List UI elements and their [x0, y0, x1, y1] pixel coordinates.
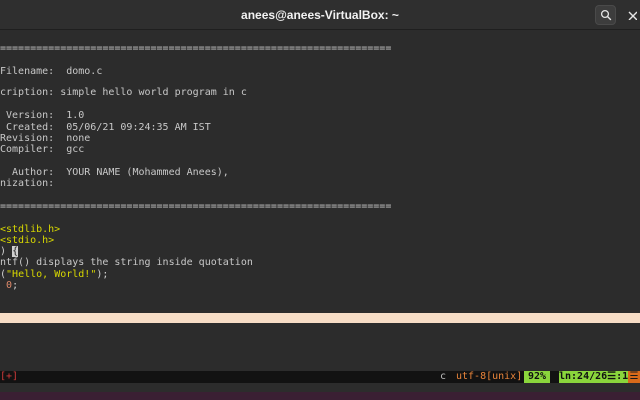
- paren-close: ): [0, 246, 7, 257]
- title-bar: anees@anees-VirtualBox: ~: [0, 0, 640, 30]
- return-semicolon: ;: [12, 280, 19, 291]
- comment-line: cription: simple hello world program in …: [0, 87, 247, 98]
- warning-indicator: ☰: [628, 371, 640, 383]
- vim-statusline: [+] c utf-8[unix] 92% ln:24/26☰:1 ☰: [0, 371, 640, 383]
- comment-line: Version: 1.0: [0, 110, 85, 121]
- printf-close: );: [96, 269, 109, 280]
- code-comment-line: ntf() displays the string inside quotati…: [0, 257, 253, 268]
- encoding-label: utf-8[unix]: [456, 371, 523, 382]
- cursor-line-highlight: [0, 313, 640, 323]
- comment-line: nization:: [0, 178, 55, 189]
- return-line: 0;: [0, 280, 18, 292]
- comment-line: ========================================…: [0, 201, 392, 212]
- vim-editor[interactable]: ========================================…: [0, 30, 640, 400]
- search-button[interactable]: [595, 5, 616, 25]
- comment-line: Compiler: gcc: [0, 144, 85, 155]
- desktop-bottom-strip: [0, 392, 640, 400]
- window-title: anees@anees-VirtualBox: ~: [241, 8, 399, 22]
- close-icon: [628, 11, 637, 20]
- matched-brace: {: [12, 246, 19, 257]
- search-icon: [600, 9, 611, 21]
- cursor-position: ln:24/26☰:1: [559, 371, 629, 383]
- printf-string: "Hello, World!": [6, 269, 97, 280]
- filetype-label: c: [440, 371, 447, 382]
- modified-flag: [+]: [0, 371, 19, 383]
- comment-line: Filename: domo.c: [0, 66, 103, 77]
- scroll-percent: 92%: [524, 371, 551, 383]
- terminal-window: anees@anees-VirtualBox: ~ ==============…: [0, 0, 640, 400]
- comment-line: ========================================…: [0, 43, 392, 54]
- close-button[interactable]: [624, 5, 640, 25]
